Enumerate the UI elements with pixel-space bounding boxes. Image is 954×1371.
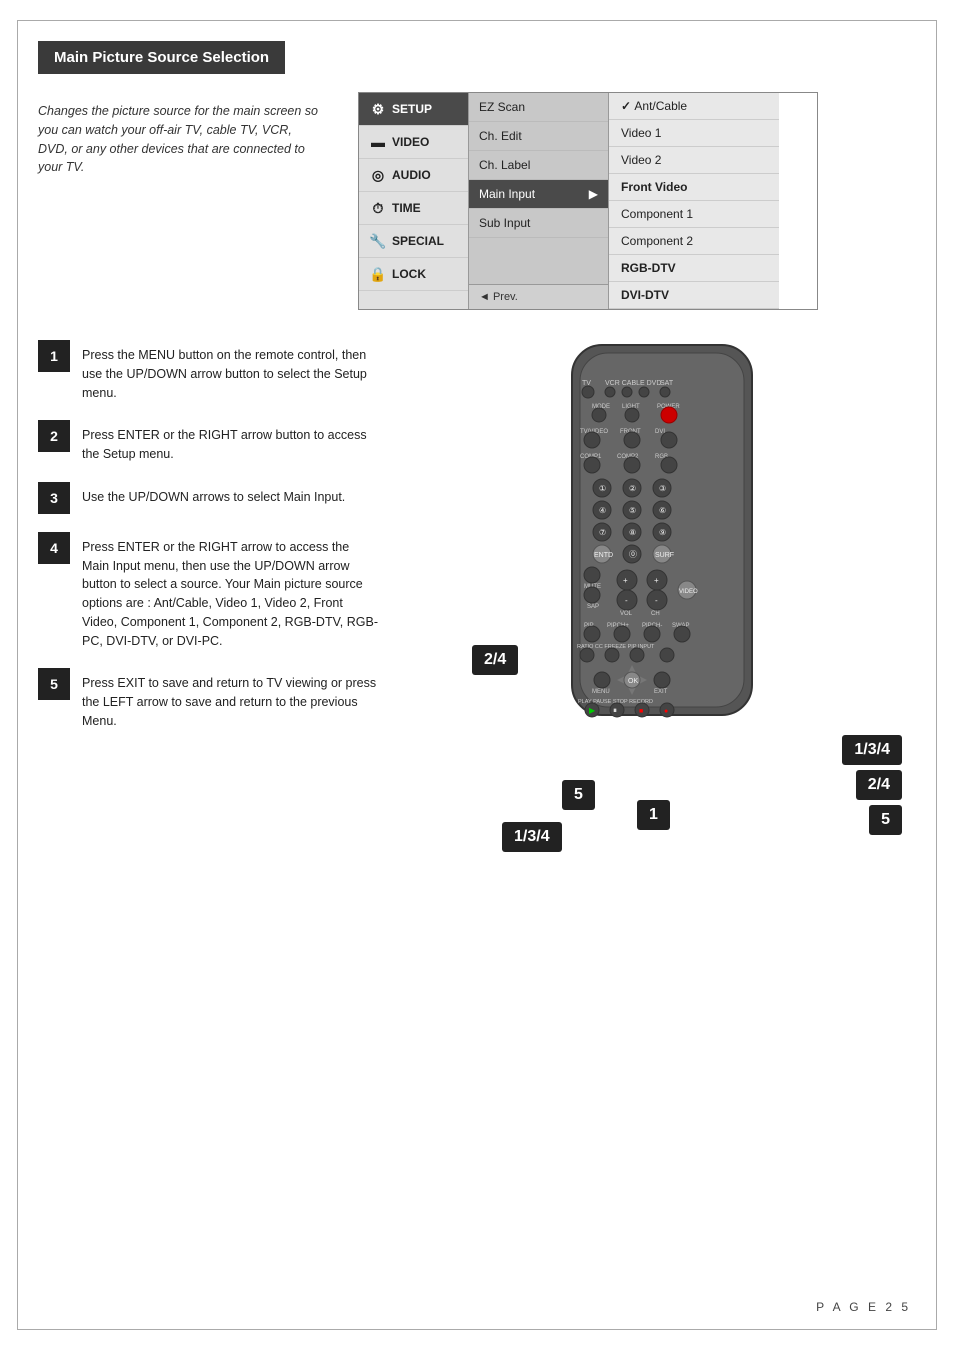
svg-text:-: - — [625, 596, 628, 605]
menu-right-video1[interactable]: Video 1 — [609, 120, 779, 147]
menu-mid-spacer — [469, 238, 608, 284]
step-row-5: 5 Press EXIT to save and return to TV vi… — [38, 668, 378, 730]
step-text-5: Press EXIT to save and return to TV view… — [82, 668, 378, 730]
menu-mid-maininput[interactable]: Main Input ▶ — [469, 180, 608, 209]
menu-item-video[interactable]: ▬ VIDEO — [359, 126, 468, 159]
remote-area: TV VCR CABLE DVD SAT MODE LIGHT POWER — [408, 340, 916, 940]
svg-text:⑦: ⑦ — [599, 528, 606, 537]
menu-right-col: Ant/Cable Video 1 Video 2 Front Video Co… — [609, 93, 779, 309]
step-text-2: Press ENTER or the RIGHT arrow button to… — [82, 420, 378, 464]
step-num-5: 5 — [38, 668, 70, 700]
svg-text:⑤: ⑤ — [629, 506, 636, 515]
svg-text:SAT: SAT — [660, 380, 674, 387]
svg-text:③: ③ — [659, 484, 666, 493]
remote-svg: TV VCR CABLE DVD SAT MODE LIGHT POWER — [562, 340, 762, 720]
menu-screenshot: ⚙ SETUP ▬ VIDEO ◎ AUDIO ⏱ TIME 🔧 SPEC — [358, 92, 818, 310]
step-text-1: Press the MENU button on the remote cont… — [82, 340, 378, 402]
step-label-1-bottom: 1 — [637, 800, 670, 830]
menu-item-lock[interactable]: 🔒 LOCK — [359, 258, 468, 291]
menu-right-frontvideo[interactable]: Front Video — [609, 174, 779, 201]
svg-text:⑨: ⑨ — [659, 528, 666, 537]
step-num-2: 2 — [38, 420, 70, 452]
step-text-3: Use the UP/DOWN arrows to select Main In… — [82, 482, 345, 507]
svg-text:⑥: ⑥ — [659, 506, 666, 515]
remote-wrapper: TV VCR CABLE DVD SAT MODE LIGHT POWER — [482, 340, 842, 940]
steps-list: 1 Press the MENU button on the remote co… — [38, 340, 378, 940]
menu-mid-chlabel[interactable]: Ch. Label — [469, 151, 608, 180]
step-row-3: 3 Use the UP/DOWN arrows to select Main … — [38, 482, 378, 514]
menu-right-comp2[interactable]: Component 2 — [609, 228, 779, 255]
menu-left-col: ⚙ SETUP ▬ VIDEO ◎ AUDIO ⏱ TIME 🔧 SPEC — [359, 93, 469, 309]
svg-text:+: + — [623, 576, 628, 585]
page-container: Main Picture Source Selection Changes th… — [17, 20, 937, 1330]
menu-right-antcable[interactable]: Ant/Cable — [609, 93, 779, 120]
svg-text:ENTD: ENTD — [594, 552, 613, 559]
page-title: Main Picture Source Selection — [54, 49, 269, 66]
svg-text:-: - — [655, 596, 658, 605]
menu-mid-chedit[interactable]: Ch. Edit — [469, 122, 608, 151]
svg-text:SURF: SURF — [655, 552, 674, 559]
step-row-2: 2 Press ENTER or the RIGHT arrow button … — [38, 420, 378, 464]
video-icon: ▬ — [369, 133, 387, 151]
svg-text:EXIT: EXIT — [654, 689, 668, 695]
svg-text:CH: CH — [651, 611, 660, 617]
step-text-4: Press ENTER or the RIGHT arrow to access… — [82, 532, 378, 651]
svg-text:⑧: ⑧ — [629, 528, 636, 537]
svg-text:⓪: ⓪ — [629, 550, 637, 559]
step-label-134-bottom: 1/3/4 — [502, 822, 562, 852]
step-label-5-right: 5 — [869, 805, 902, 835]
step-label-134-right: 1/3/4 — [842, 735, 902, 765]
svg-text:■: ■ — [639, 708, 643, 715]
menu-right-rgbdtv[interactable]: RGB-DTV — [609, 255, 779, 282]
svg-text:▶: ▶ — [589, 706, 596, 715]
menu-item-time[interactable]: ⏱ TIME — [359, 192, 468, 225]
menu-item-setup[interactable]: ⚙ SETUP — [359, 93, 468, 126]
step-num-3: 3 — [38, 482, 70, 514]
step-num-4: 4 — [38, 532, 70, 564]
step-label-24-left: 2/4 — [472, 645, 518, 675]
lock-icon: 🔒 — [369, 265, 387, 283]
menu-item-audio[interactable]: ◎ AUDIO — [359, 159, 468, 192]
menu-mid-col: EZ Scan Ch. Edit Ch. Label Main Input ▶ … — [469, 93, 609, 309]
steps-section: 1 Press the MENU button on the remote co… — [38, 340, 916, 940]
menu-mid-ezscan[interactable]: EZ Scan — [469, 93, 608, 122]
menu-right-video2[interactable]: Video 2 — [609, 147, 779, 174]
menu-prev-label: ◄ Prev. — [469, 284, 608, 309]
svg-text:SAP: SAP — [587, 604, 599, 610]
svg-text:●: ● — [664, 708, 668, 715]
step-row-1: 1 Press the MENU button on the remote co… — [38, 340, 378, 402]
menu-right-comp1[interactable]: Component 1 — [609, 201, 779, 228]
page-number: P A G E 2 5 — [816, 1300, 911, 1314]
top-section: Changes the picture source for the main … — [38, 92, 916, 310]
setup-icon: ⚙ — [369, 100, 387, 118]
step-num-1: 1 — [38, 340, 70, 372]
svg-text:+: + — [654, 576, 659, 585]
menu-mid-subinput[interactable]: Sub Input — [469, 209, 608, 238]
audio-icon: ◎ — [369, 166, 387, 184]
svg-text:②: ② — [629, 484, 636, 493]
svg-text:MENU: MENU — [592, 689, 610, 695]
svg-text:VCR CABLE DVD: VCR CABLE DVD — [605, 380, 661, 387]
step-label-24-right: 2/4 — [856, 770, 902, 800]
svg-text:④: ④ — [599, 506, 606, 515]
step-label-5-bottom: 5 — [562, 780, 595, 810]
menu-item-special[interactable]: 🔧 SPECIAL — [359, 225, 468, 258]
special-icon: 🔧 — [369, 232, 387, 250]
step-row-4: 4 Press ENTER or the RIGHT arrow to acce… — [38, 532, 378, 651]
svg-text:VOL: VOL — [620, 611, 633, 617]
svg-text:⏸: ⏸ — [613, 706, 617, 715]
time-icon: ⏱ — [369, 199, 387, 217]
description-text: Changes the picture source for the main … — [38, 92, 318, 310]
menu-right-dvidtv[interactable]: DVI-DTV — [609, 282, 779, 309]
page-header: Main Picture Source Selection — [38, 41, 285, 74]
svg-text:①: ① — [599, 484, 606, 493]
svg-text:VIDEO: VIDEO — [679, 589, 698, 595]
svg-text:OK: OK — [628, 678, 638, 685]
